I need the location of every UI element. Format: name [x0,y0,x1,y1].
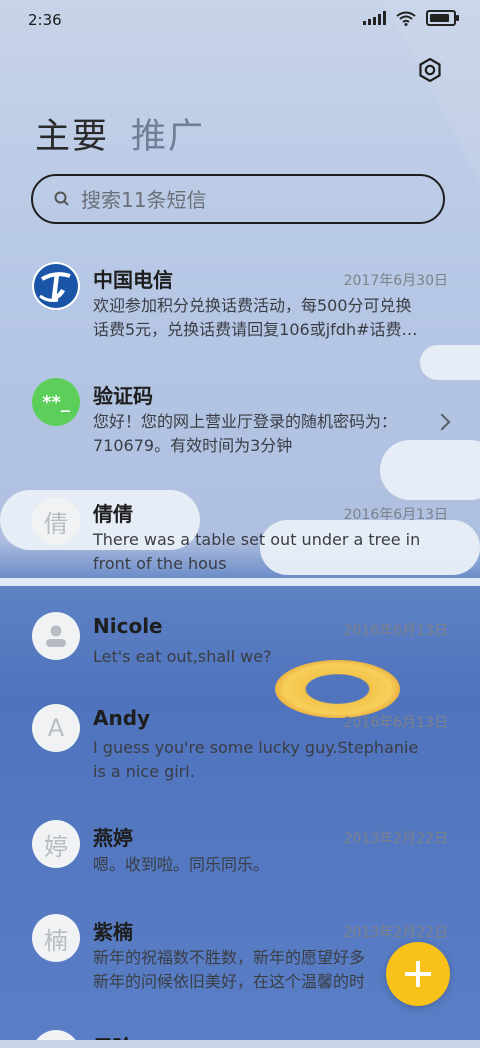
preview-line: 话费5元，兑换话费请回复106或jfdh#话费… [93,320,418,339]
message-preview: I guess you're some lucky guy.Stephanie … [93,736,447,784]
message-date: 2013年2月22日 [343,925,448,941]
avatar [32,1030,80,1040]
message-preview: 新年的祝福数不胜数，新年的愿望好多 新年的问候依旧美好，在这个温馨的时 [93,946,393,994]
avatar: A [32,704,80,752]
preview-line: 您好！您的网上营业厅登录的随机密码为： [93,412,398,431]
wifi-icon [396,11,416,26]
preview-line: I guess you're some lucky guy.Stephanie [93,738,419,757]
preview-line: Let's eat out,shall we? [93,647,272,666]
tab-promotions[interactable]: 推广 [131,108,205,159]
preview-line: 新年的祝福数不胜数，新年的愿望好多 [93,948,366,967]
battery-icon [426,10,459,26]
avatar-initial: 婷 [44,832,68,861]
message-preview: There was a table set out under a tree i… [93,528,447,576]
contact-name: 紫楠 [93,920,133,944]
message-preview: 您好！您的网上营业厅登录的随机密码为： 710679。有效时间为3分钟 [93,410,447,458]
settings-button[interactable] [416,56,444,84]
message-date: 2013年2月22日 [343,831,448,847]
message-preview: Let's eat out,shall we? [93,645,447,669]
contact-name: 燕婷 [93,826,133,850]
preview-line: 新年的问候依旧美好，在这个温馨的时 [93,972,366,991]
avatar-initial: 倩 [44,509,68,538]
category-tabs: 主要 推广 [35,108,205,159]
status-icons [363,10,459,26]
preview-line: 欢迎参加积分兑换话费活动，每500分可兑换 [93,296,412,315]
contact-name: Nicole [93,614,163,638]
avatar: 婷 [32,820,80,868]
search-bar[interactable] [31,174,445,224]
preview-line: front of the hous [93,554,227,573]
tab-main[interactable]: 主要 [35,108,109,159]
conversation-item[interactable]: 婷 燕婷 2013年2月22日 嗯。收到啦。同乐同乐。 [0,816,480,906]
search-icon [54,191,69,206]
preview-line: is a nice girl. [93,762,195,781]
settings-gear-icon [419,57,441,83]
signal-icon [363,11,386,25]
search-input[interactable] [79,184,433,216]
conversation-item[interactable]: **_ 验证码 您好！您的网上营业厅登录的随机密码为： 710679。有效时间为… [0,372,480,472]
avatar: 楠 [32,914,80,962]
message-date: 2016年6月13日 [343,623,448,639]
contact-name: 倩倩 [93,502,133,526]
conversation-item[interactable]: Nicole 2016年6月13日 Let's eat out,shall we… [0,604,480,694]
conversation-item[interactable]: 倩 倩倩 2016年6月13日 There was a table set ou… [0,488,480,588]
preview-line: 710679。有效时间为3分钟 [93,436,293,455]
avatar [32,612,80,660]
conversation-item[interactable]: 中国电信 2017年6月30日 欢迎参加积分兑换话费活动，每500分可兑换 话费… [0,256,480,356]
message-date: 2017年6月30日 [343,273,448,289]
preview-line: 嗯。收到啦。同乐同乐。 [93,855,270,874]
avatar-initial: **_ [42,391,70,413]
contact-name: 子玲 [93,1031,133,1040]
message-date: 2016年6月13日 [343,715,448,731]
avatar [32,262,80,310]
avatar: 倩 [32,497,80,545]
message-preview: 欢迎参加积分兑换话费活动，每500分可兑换 话费5元，兑换话费请回复106或jf… [93,294,447,342]
message-preview: 嗯。收到啦。同乐同乐。 [93,853,447,877]
person-icon [46,625,66,647]
avatar: **_ [32,378,80,426]
status-bar: 2:36 [0,0,480,42]
contact-name: Andy [93,706,151,730]
conversation-item[interactable]: A Andy 2016年6月13日 I guess you're some lu… [0,698,480,798]
message-date: 2016年6月13日 [343,507,448,523]
contact-name: 中国电信 [93,268,173,292]
new-message-button[interactable] [386,942,450,1006]
status-time: 2:36 [28,11,62,29]
preview-line: There was a table set out under a tree i… [93,530,421,549]
china-telecom-logo [34,264,78,308]
conversation-item[interactable]: 子玲 [0,1026,480,1040]
avatar-initial: A [47,714,65,742]
avatar-initial: 楠 [44,926,68,955]
contact-name: 验证码 [93,384,153,408]
